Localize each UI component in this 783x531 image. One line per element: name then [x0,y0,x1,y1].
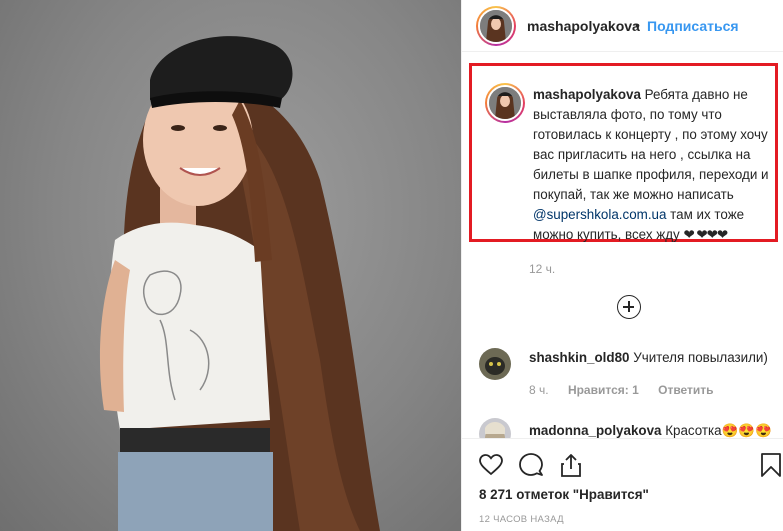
post-side-panel: mashapolyakova • Подписаться mashapolyak… [461,0,783,531]
author-avatar[interactable] [476,6,516,46]
post-timestamp[interactable]: 12 ЧАСОВ НАЗАД [479,514,564,525]
mention-link[interactable]: @supershkola.com.ua [533,207,666,222]
heart-icon[interactable] [478,452,504,478]
caption-body: Ребята давно не выставляла фото, по тому… [533,87,769,202]
caption-username-link[interactable]: mashapolyakova [533,87,641,102]
follow-button[interactable]: Подписаться [647,18,739,34]
post-photo[interactable] [0,0,461,531]
bookmark-icon[interactable] [758,452,783,478]
girl-portrait-image [99,36,381,531]
likes-count[interactable]: 8 271 отметок "Нравится" [479,487,649,502]
caption-text: mashapolyakova Ребята давно не выставлял… [533,85,778,245]
comment-text: Учителя повылазили) [633,350,768,365]
heart-emoji-icon: ❤ ❤❤❤ [683,227,728,242]
caption-author-avatar[interactable] [485,83,525,123]
author-username-link[interactable]: mashapolyakova [527,18,640,34]
comment-text: Красотка😍😍😍 [665,423,772,438]
separator-dot: • [635,17,640,33]
comment-timestamp[interactable]: 8 ч. [529,383,549,397]
comment-item: shashkin_old80 Учителя повылазили) [529,350,768,365]
share-icon[interactable] [558,452,584,478]
comment-likes-link[interactable]: Нравится: 1 [568,383,639,397]
caption-highlight-box: mashapolyakova Ребята давно не выставлял… [469,63,778,242]
comment-meta: 8 ч. Нравится: 1 Ответить [529,383,730,397]
post-header: mashapolyakova • Подписаться [462,0,783,52]
post-actions-bar: 8 271 отметок "Нравится" 12 ЧАСОВ НАЗАД [462,438,783,531]
comment-item: madonna_polyakova Красотка😍😍😍 [529,423,772,439]
caption-timestamp[interactable]: 12 ч. [529,262,555,276]
comment-icon[interactable] [518,452,544,478]
comment-username-link[interactable]: madonna_polyakova [529,423,661,438]
reply-button[interactable]: Ответить [658,383,713,397]
comment-username-link[interactable]: shashkin_old80 [529,350,629,365]
plus-circle-icon[interactable] [617,295,641,319]
commenter-avatar[interactable] [479,348,511,380]
